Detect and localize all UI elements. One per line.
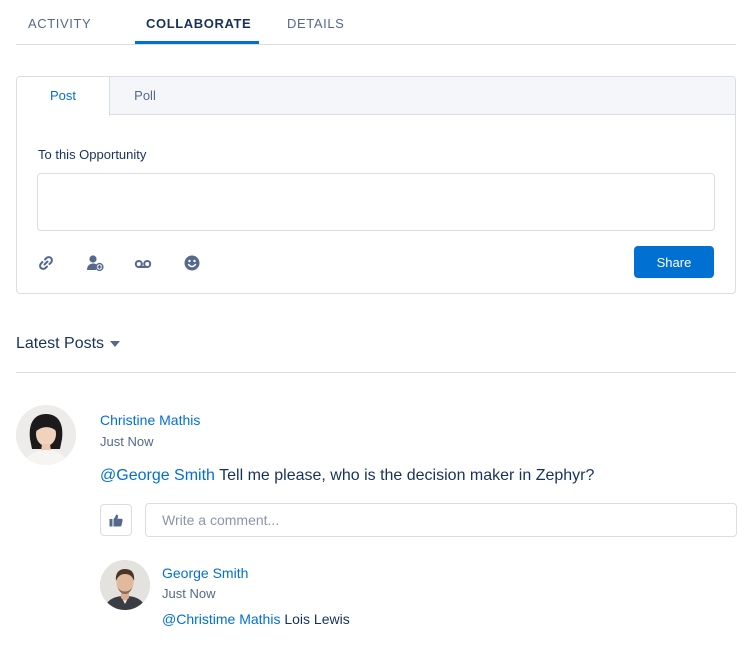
smiley-icon[interactable] <box>183 254 201 272</box>
post-timestamp: Just Now <box>100 434 154 449</box>
active-tab-indicator <box>135 41 259 44</box>
like-button[interactable] <box>100 504 132 536</box>
post-textarea[interactable] <box>37 173 715 231</box>
reply-body: @Christime Mathis Lois Lewis <box>162 611 350 627</box>
latest-posts-filter[interactable]: Latest Posts <box>16 335 121 353</box>
publisher-tabs: Post Poll <box>17 77 735 116</box>
reply-text: Lois Lewis <box>280 611 350 627</box>
feed-divider <box>16 372 736 373</box>
add-user-icon[interactable] <box>86 254 104 272</box>
avatar-christine-mathis[interactable] <box>16 405 76 465</box>
avatar-george-smith[interactable] <box>100 560 150 610</box>
link-icon[interactable] <box>37 254 55 272</box>
reply-mention-link[interactable]: @Christime Mathis <box>162 611 280 627</box>
post-author[interactable]: Christine Mathis <box>100 412 200 428</box>
tab-details[interactable]: DETAILS <box>287 16 344 31</box>
tab-activity[interactable]: ACTIVITY <box>28 16 91 31</box>
reply-timestamp: Just Now <box>162 586 216 601</box>
thumbs-up-icon <box>109 514 123 527</box>
share-button[interactable]: Share <box>634 246 714 278</box>
voicemail-icon[interactable] <box>134 254 152 272</box>
caret-down-icon <box>110 340 121 347</box>
publisher-to-label: To this Opportunity <box>38 147 147 162</box>
comment-input[interactable] <box>145 503 737 537</box>
post-mention-link[interactable]: @George Smith <box>100 467 215 484</box>
post-text: Tell me please, who is the decision make… <box>214 467 595 484</box>
reply-author[interactable]: George Smith <box>162 565 248 581</box>
tab-poll[interactable]: Poll <box>110 77 180 115</box>
tab-collaborate[interactable]: COLLABORATE <box>146 16 251 31</box>
record-tabs: ACTIVITY COLLABORATE DETAILS <box>16 0 736 45</box>
tab-post[interactable]: Post <box>17 77 110 116</box>
post-body: @George Smith Tell me please, who is the… <box>100 467 594 485</box>
latest-posts-label: Latest Posts <box>16 335 105 352</box>
publisher-card: Post Poll To this Opportunity Share <box>16 76 736 294</box>
